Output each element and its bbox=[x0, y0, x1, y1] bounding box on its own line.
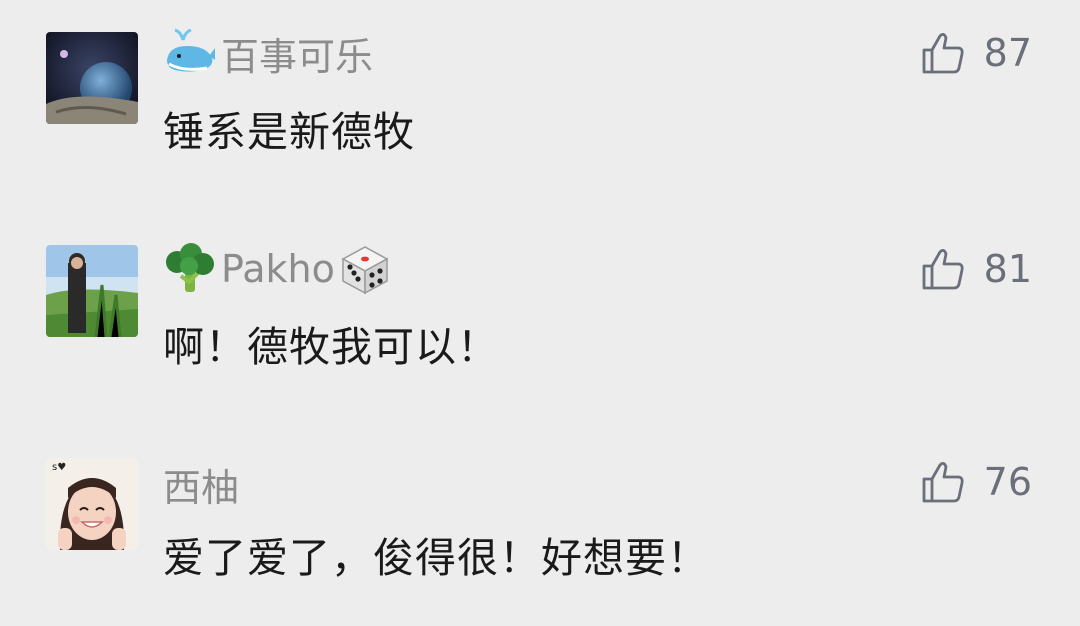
username: 西柚 bbox=[163, 465, 240, 510]
svg-text:s♥: s♥ bbox=[52, 462, 66, 473]
thumbs-up-icon bbox=[922, 249, 964, 290]
thumbs-up-icon bbox=[922, 33, 964, 74]
comment-text: 爱了爱了，俊得很！好想要！ bbox=[163, 534, 709, 582]
like-button[interactable]: 76 bbox=[920, 452, 1032, 512]
comment-text: 锤系是新德牧 bbox=[163, 108, 415, 156]
like-button[interactable]: 81 bbox=[920, 239, 1032, 299]
broccoli-icon bbox=[166, 243, 214, 292]
like-count: 81 bbox=[983, 247, 1032, 291]
avatar[interactable]: s♥ bbox=[46, 458, 138, 550]
comment-item: s♥ 西柚 爱了爱了，俊得很！好想要！ 76 bbox=[0, 426, 1080, 626]
avatar[interactable] bbox=[46, 245, 138, 337]
username-row[interactable]: 西柚 bbox=[163, 454, 239, 514]
username: Pakho bbox=[221, 247, 335, 291]
like-count: 87 bbox=[983, 31, 1032, 75]
comment-item: 百事可乐 锤系是新德牧 87 bbox=[0, 0, 1080, 200]
whale-icon bbox=[167, 28, 215, 72]
dice-icon bbox=[341, 246, 389, 295]
thumbs-up-icon bbox=[922, 462, 964, 503]
comment-item: Pakho 啊！德牧我可以！ 81 bbox=[0, 213, 1080, 413]
like-button[interactable]: 87 bbox=[920, 23, 1032, 83]
like-count: 76 bbox=[983, 460, 1032, 504]
username-row[interactable]: 百事可乐 bbox=[163, 23, 373, 83]
comment-text: 啊！德牧我可以！ bbox=[163, 323, 499, 371]
username: 百事可乐 bbox=[221, 34, 374, 79]
username-row[interactable]: Pakho bbox=[163, 239, 393, 299]
avatar[interactable] bbox=[46, 32, 138, 124]
